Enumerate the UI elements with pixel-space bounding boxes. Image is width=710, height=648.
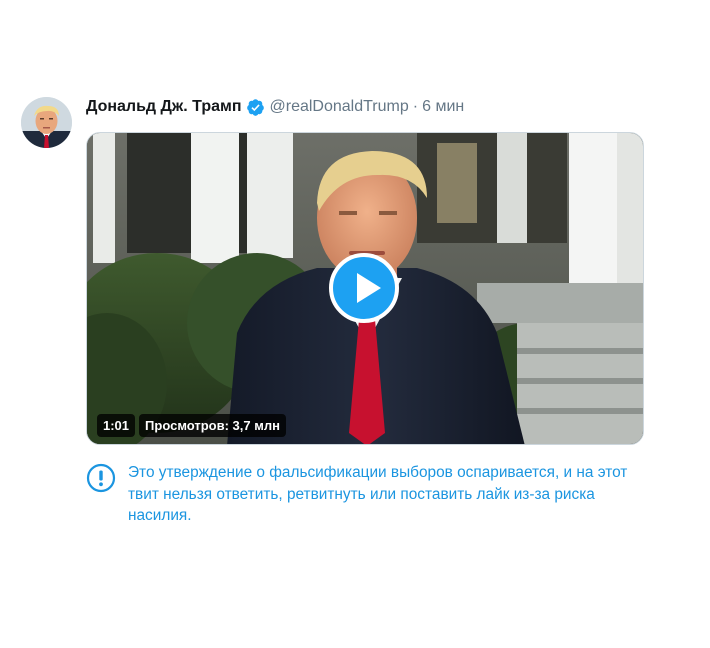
exclamation-circle-icon — [86, 463, 116, 493]
tweet-card[interactable]: Дональд Дж. Трамп @realDonaldTrump · 6 м… — [0, 0, 710, 648]
video-stats: 1:01 Просмотров: 3,7 млн — [97, 414, 286, 437]
author-name[interactable]: Дональд Дж. Трамп — [86, 98, 242, 116]
avatar-image — [21, 97, 72, 148]
video-duration: 1:01 — [97, 414, 136, 437]
tweet-header: Дональд Дж. Трамп @realDonaldTrump · 6 м… — [86, 96, 464, 118]
notice-text: Это утверждение о фальсификации выборов … — [128, 464, 628, 524]
video-player[interactable]: 1:01 Просмотров: 3,7 млн — [86, 132, 644, 445]
disputed-claim-notice[interactable]: Это утверждение о фальсификации выборов … — [86, 462, 646, 527]
avatar[interactable] — [21, 97, 72, 148]
author-handle[interactable]: @realDonaldTrump — [270, 98, 409, 116]
play-button[interactable] — [329, 253, 399, 323]
separator-dot: · — [412, 98, 419, 115]
tweet-timestamp[interactable]: 6 мин — [422, 98, 464, 116]
play-icon — [357, 273, 381, 303]
verified-badge-icon — [246, 98, 264, 116]
video-views: Просмотров: 3,7 млн — [139, 414, 286, 437]
